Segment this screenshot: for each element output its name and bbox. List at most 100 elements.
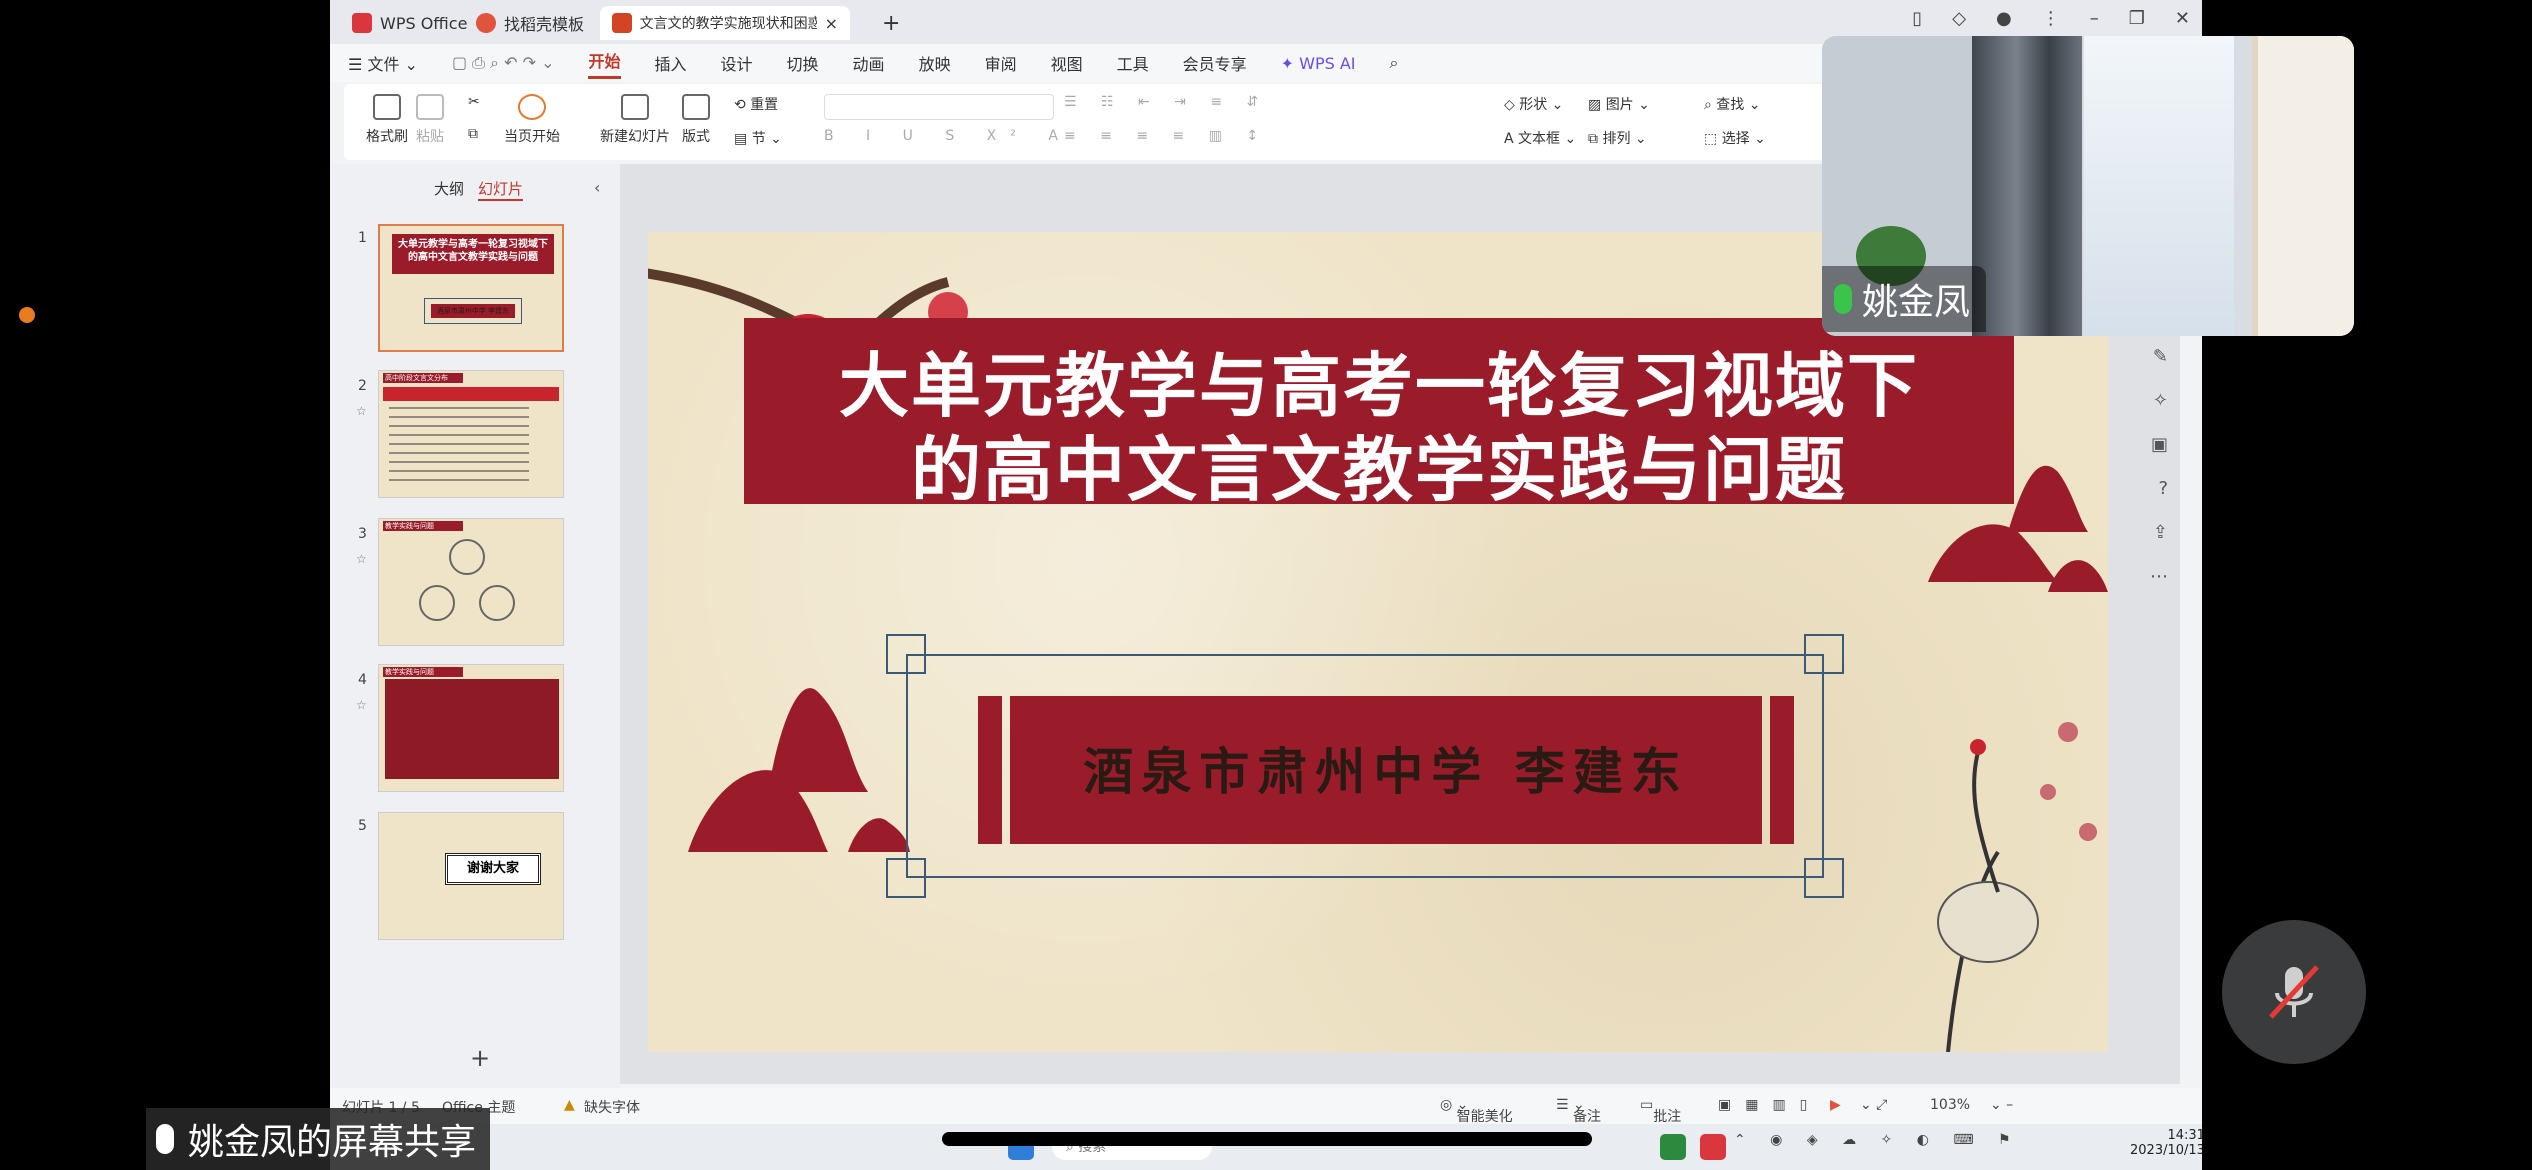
font-format-icons[interactable]: B I U S X² A: [824, 128, 1072, 144]
missing-font[interactable]: 缺失字体: [584, 1097, 640, 1117]
align-icons[interactable]: ≡ ≡ ≡ ≡ ▥ ↕: [1064, 128, 1268, 144]
button-label: 版式: [682, 129, 710, 145]
search-icon[interactable]: ⌕: [1390, 53, 1399, 73]
menu-insert[interactable]: 插入: [655, 51, 687, 75]
quick-access-icons[interactable]: ▢ ⎙ ⌕ ↶ ↷ ⌄: [452, 53, 555, 73]
tool-icon[interactable]: ✧: [2153, 390, 2168, 411]
new-slide-button[interactable]: 新建幻灯片: [600, 94, 670, 146]
new-slide-icon: [621, 94, 649, 120]
menu-view[interactable]: 视图: [1051, 51, 1083, 75]
ai-icon[interactable]: ✎: [2153, 346, 2168, 367]
menu-wps-ai[interactable]: ✦ WPS AI: [1281, 54, 1356, 73]
format-painter-button[interactable]: 格式刷: [366, 94, 408, 146]
screen: WPS Office 找稻壳模板 文言文的教学实施现状和困惑 × + ▯ ◇ ●…: [0, 0, 2532, 1170]
add-slide-button[interactable]: +: [470, 1044, 490, 1072]
menu-review[interactable]: 审阅: [985, 51, 1017, 75]
resource-icon[interactable]: ▣: [2151, 434, 2168, 455]
arrange-button[interactable]: ⧉ 排列 ⌄: [1588, 128, 1647, 148]
reset-button[interactable]: ⟲ 重置: [734, 94, 778, 114]
taskbar-wps-icon[interactable]: [1700, 1134, 1726, 1160]
menu-home[interactable]: 开始: [588, 48, 621, 79]
section-button[interactable]: ▤ 节 ⌄: [734, 128, 782, 148]
help-icon[interactable]: ?: [2158, 478, 2168, 499]
slide-title-line2[interactable]: 的高中文言文教学实践与问题: [744, 414, 2014, 515]
close-tab-icon[interactable]: ×: [825, 14, 838, 33]
windows-taskbar: ⌕ 搜索 ⌃ ◉ ◈ ☁ ✧ ◐ ⌨ ⚑ 14:31 2023/10/13: [330, 1124, 2202, 1170]
comments-button[interactable]: ▭ 批注: [1640, 1097, 1681, 1125]
view-mode-icons[interactable]: ▣▦▥▯: [1718, 1097, 1821, 1113]
button-label: 粘贴: [416, 129, 444, 145]
slide-thumbnail-2[interactable]: 高中阶段文言文分布: [378, 370, 564, 498]
thumbnail-title: 高中阶段文言文分布: [383, 373, 463, 383]
beautify-button[interactable]: ◎ 智能美化 ⌄: [1440, 1097, 1513, 1125]
slide-author[interactable]: 酒泉市肃州中学 李建东: [1010, 732, 1762, 804]
menu-label: 文件: [367, 55, 400, 74]
video-shelf: [2252, 36, 2354, 336]
clock-time: 14:31: [2167, 1128, 2202, 1143]
tab-slides[interactable]: 幻灯片: [478, 178, 524, 201]
thumbnail-circle: [449, 539, 485, 575]
font-select[interactable]: [824, 94, 1054, 120]
menu-transition[interactable]: 切换: [787, 51, 819, 75]
tab-presentation[interactable]: 文言文的教学实施现状和困惑 ×: [600, 6, 850, 40]
slide-thumbnail-1[interactable]: 大单元教学与高考一轮复习视域下的高中文言文教学实践与问题 酒泉市肃州中学 李建东: [378, 224, 564, 352]
cube-icon[interactable]: ◇: [1952, 8, 1966, 29]
menu-design[interactable]: 设计: [721, 51, 753, 75]
zoom-out-icon[interactable]: ⌄ –: [1990, 1097, 2013, 1113]
menu-animation[interactable]: 动画: [853, 51, 885, 75]
minimize-icon[interactable]: –: [2090, 8, 2099, 29]
system-tray-icons[interactable]: ⌃ ◉ ◈ ☁ ✧ ◐ ⌨ ⚑: [1734, 1132, 2021, 1148]
layout-icon[interactable]: ▯: [1912, 8, 1922, 29]
copy-icon[interactable]: ⧉: [468, 126, 478, 142]
fit-icon[interactable]: ⌄ ⤢: [1860, 1097, 1887, 1113]
slide-thumbnail-4[interactable]: 教学实践与问题: [378, 664, 564, 792]
collapse-panel-icon[interactable]: ‹: [594, 178, 600, 197]
share-icon[interactable]: ⇪: [2153, 522, 2168, 543]
more-icon[interactable]: ⋯: [2150, 566, 2168, 587]
picture-button[interactable]: ▨ 图片 ⌄: [1588, 94, 1650, 114]
button-label: 批注: [1653, 1109, 1682, 1125]
bottom-scroll-indicator[interactable]: [942, 1132, 1592, 1146]
from-current-button[interactable]: 当页开始: [504, 94, 560, 146]
taskbar-app-icon[interactable]: [1660, 1134, 1686, 1160]
textbox-button[interactable]: A 文本框 ⌄: [1504, 128, 1576, 148]
tab-docer-templates[interactable]: 找稻壳模板: [464, 6, 596, 40]
menu-file[interactable]: ☰ 文件 ⌄: [348, 51, 418, 75]
mute-button[interactable]: [2222, 920, 2366, 1064]
menu-member[interactable]: 会员专享: [1183, 51, 1247, 75]
layout-button[interactable]: 版式: [682, 94, 710, 146]
participant-namebar: 姚金凤: [1822, 266, 1987, 332]
share-label-text: 姚金凤的屏幕共享: [188, 1122, 477, 1163]
notes-button[interactable]: ☰ 备注 ⌄: [1556, 1097, 1601, 1125]
zoom-level[interactable]: 103%: [1930, 1097, 1970, 1113]
button-label: 文本框: [1518, 131, 1561, 147]
frame-corner: [1804, 858, 1844, 898]
thumbnail-title: 大单元教学与高考一轮复习视域下的高中文言文教学实践与问题: [392, 234, 554, 274]
play-slideshow-icon[interactable]: ▶: [1830, 1097, 1841, 1113]
clock[interactable]: 14:31 2023/10/13: [2130, 1128, 2202, 1158]
thumbnail-circle: [419, 585, 455, 621]
find-button[interactable]: ⌕ 查找 ⌄: [1704, 94, 1760, 114]
slide-thumbnail-5[interactable]: 谢谢大家: [378, 812, 564, 940]
participant-video[interactable]: 姚金凤: [1822, 36, 2354, 336]
menu-tools[interactable]: 工具: [1117, 51, 1149, 75]
select-button[interactable]: ⬚ 选择 ⌄: [1704, 128, 1766, 148]
star-icon: ☆: [356, 552, 367, 566]
menu-slideshow[interactable]: 放映: [919, 51, 951, 75]
shape-button[interactable]: ◇ 形状 ⌄: [1504, 94, 1563, 114]
menu-icon[interactable]: ⋮: [2042, 8, 2060, 29]
new-tab-button[interactable]: +: [870, 6, 912, 40]
close-icon[interactable]: ✕: [2175, 8, 2190, 29]
tab-outline[interactable]: 大纲: [434, 178, 464, 201]
participant-name: 姚金凤: [1862, 282, 1971, 323]
wps-logo-icon: [352, 13, 372, 33]
paste-button[interactable]: 粘贴: [416, 94, 444, 146]
thumbnail-number: 4: [358, 672, 367, 688]
tab-wps-office[interactable]: WPS Office: [340, 6, 479, 40]
slide-thumbnail-3[interactable]: 教学实践与问题: [378, 518, 564, 646]
cut-icon[interactable]: ✂: [468, 94, 480, 110]
avatar[interactable]: ●: [1996, 8, 2012, 29]
paragraph-icons[interactable]: ☰ ☷ ⇤ ⇥ ≡ ⇵: [1064, 94, 1268, 110]
thumbnail-title: 谢谢大家: [445, 853, 541, 885]
restore-icon[interactable]: ❐: [2129, 8, 2145, 29]
